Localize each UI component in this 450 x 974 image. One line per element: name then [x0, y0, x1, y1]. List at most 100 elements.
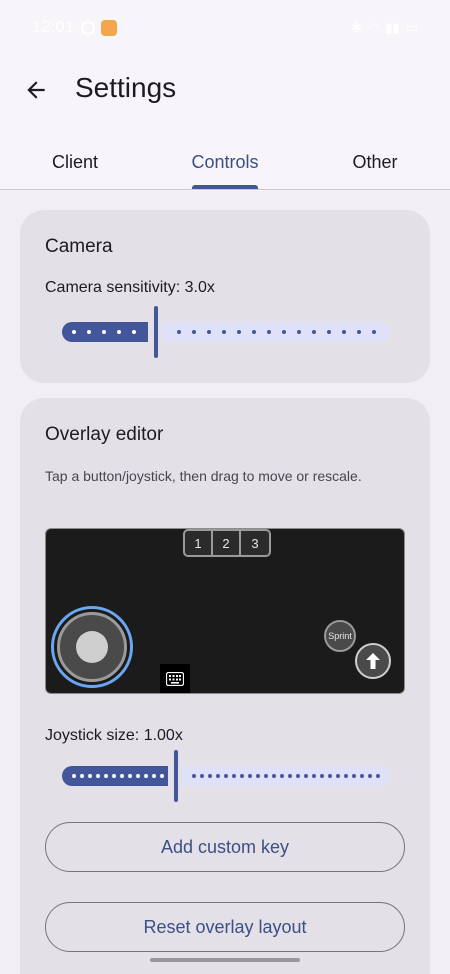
- slider-tick: [232, 774, 236, 778]
- slider-inactive-track: [162, 322, 390, 342]
- keyboard-icon: [166, 672, 184, 686]
- slider-tick: [368, 774, 372, 778]
- status-icons: ✱ ◠ ▮▮ ▭: [351, 20, 418, 36]
- slider-tick: [240, 774, 244, 778]
- gesture-navigation-bar[interactable]: [150, 958, 300, 962]
- tab-other[interactable]: Other: [300, 135, 450, 189]
- keyboard-button[interactable]: [160, 664, 190, 693]
- joystick-size-label: Joystick size: 1.00x: [45, 727, 183, 744]
- slider-tick: [282, 330, 286, 334]
- back-button[interactable]: [20, 74, 52, 106]
- slider-tick: [152, 774, 156, 778]
- slider-tick: [344, 774, 348, 778]
- slider-tick: [160, 774, 164, 778]
- bluetooth-icon: ✱: [351, 20, 363, 35]
- slider-handle[interactable]: [154, 306, 158, 358]
- slider-tick: [72, 774, 76, 778]
- slider-tick: [272, 774, 276, 778]
- slider-tick: [96, 774, 100, 778]
- overlay-editor-card: Overlay editor Tap a button/joystick, th…: [20, 398, 430, 974]
- joystick-knob: [76, 631, 108, 663]
- camera-sensitivity-slider[interactable]: [62, 306, 390, 358]
- notification-app-icon: [80, 21, 95, 35]
- slider-tick: [80, 774, 84, 778]
- slider-tick: [360, 774, 364, 778]
- slider-tick: [132, 330, 136, 334]
- slider-tick: [376, 774, 380, 778]
- slider-tick: [252, 330, 256, 334]
- camera-card-title: Camera: [45, 236, 113, 257]
- signal-icon: ▮▮: [385, 20, 400, 35]
- camera-sensitivity-label: Camera sensitivity: 3.0x: [45, 279, 215, 296]
- slider-tick: [256, 774, 260, 778]
- slider-tick: [104, 774, 108, 778]
- slider-tick: [117, 330, 121, 334]
- slider-tick: [320, 774, 324, 778]
- slider-tick: [297, 330, 301, 334]
- tab-indicator: [192, 185, 258, 189]
- slider-tick: [312, 774, 316, 778]
- slider-tick: [267, 330, 271, 334]
- slider-tick: [112, 774, 116, 778]
- slider-tick: [192, 330, 196, 334]
- slider-tick: [336, 774, 340, 778]
- slider-tick: [192, 774, 196, 778]
- slider-tick: [327, 330, 331, 334]
- wifi-icon: ◠: [368, 20, 380, 35]
- overlay-preview[interactable]: 1 2 3 Sprint: [45, 528, 405, 694]
- settings-content[interactable]: Camera Camera sensitivity: 3.0x Overlay …: [0, 191, 450, 974]
- slider-tick: [207, 330, 211, 334]
- slider-tick: [88, 774, 92, 778]
- joystick-size-slider[interactable]: [62, 750, 390, 802]
- slider-tick: [144, 774, 148, 778]
- tab-controls[interactable]: Controls: [150, 135, 300, 189]
- slider-tick: [342, 330, 346, 334]
- overlay-card-title: Overlay editor: [45, 424, 164, 445]
- joystick-base: [57, 612, 127, 682]
- top-app-bar: Settings: [0, 56, 450, 124]
- slider-tick: [136, 774, 140, 778]
- slider-handle[interactable]: [174, 750, 178, 802]
- hotbar-slot-2[interactable]: 2: [213, 531, 241, 555]
- slider-tick: [72, 330, 76, 334]
- jump-button[interactable]: [355, 643, 391, 679]
- slider-tick: [222, 330, 226, 334]
- slider-tick: [357, 330, 361, 334]
- slider-tick: [128, 774, 132, 778]
- hotbar-slot-3[interactable]: 3: [241, 531, 269, 555]
- slider-tick: [208, 774, 212, 778]
- slider-tick: [237, 330, 241, 334]
- slider-tick: [296, 774, 300, 778]
- slider-tick: [264, 774, 268, 778]
- slider-tick: [120, 774, 124, 778]
- slider-tick: [224, 774, 228, 778]
- add-custom-key-button[interactable]: Add custom key: [45, 822, 405, 872]
- slider-tick: [216, 774, 220, 778]
- hotbar[interactable]: 1 2 3: [183, 529, 271, 557]
- slider-tick: [372, 330, 376, 334]
- slider-tick: [328, 774, 332, 778]
- slider-tick: [102, 330, 106, 334]
- slider-tick: [352, 774, 356, 778]
- status-time: 12:01: [32, 19, 75, 36]
- tab-client[interactable]: Client: [0, 135, 150, 189]
- arrow-back-icon: [27, 81, 45, 99]
- overlay-hint: Tap a button/joystick, then drag to move…: [45, 468, 362, 484]
- hotbar-slot-1[interactable]: 1: [185, 531, 213, 555]
- reset-overlay-layout-button[interactable]: Reset overlay layout: [45, 902, 405, 952]
- sprint-button[interactable]: Sprint: [324, 620, 356, 652]
- slider-tick: [248, 774, 252, 778]
- slider-tick: [200, 774, 204, 778]
- slider-tick: [304, 774, 308, 778]
- slider-tick: [87, 330, 91, 334]
- camera-card: Camera Camera sensitivity: 3.0x: [20, 210, 430, 383]
- arrow-up-icon: [366, 653, 380, 669]
- slider-tick: [312, 330, 316, 334]
- tab-bar: Client Controls Other: [0, 135, 450, 190]
- slider-tick: [177, 330, 181, 334]
- slider-inactive-track: [182, 766, 390, 786]
- slider-tick: [280, 774, 284, 778]
- notification-heart-icon: [100, 20, 117, 36]
- battery-icon: ▭: [405, 20, 418, 35]
- joystick[interactable]: [51, 606, 133, 688]
